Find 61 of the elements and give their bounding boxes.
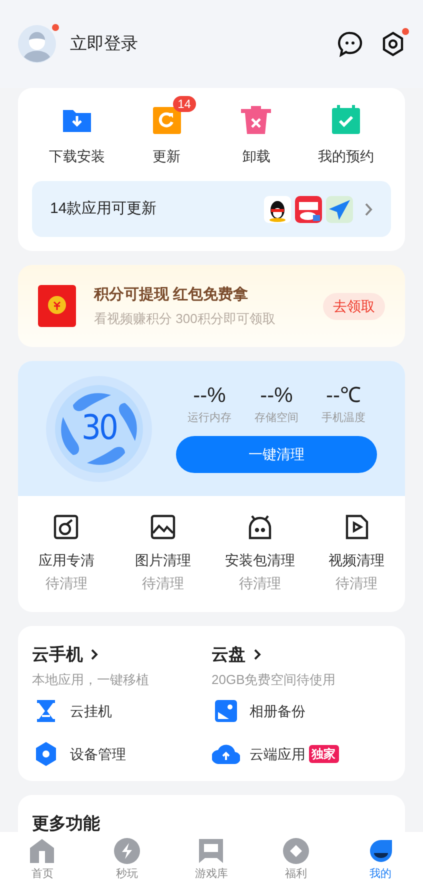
cloud-menu-item[interactable]: 相册备份: [212, 690, 391, 732]
quick-action-button[interactable]: 14 更新: [122, 94, 212, 167]
nav-tab[interactable]: 我的: [338, 832, 423, 888]
video-file-icon: [344, 514, 370, 540]
stat-label: 存储空间: [254, 410, 298, 426]
score-value: 30: [82, 407, 116, 450]
home-icon: [29, 838, 56, 864]
chat-icon[interactable]: [337, 31, 363, 57]
nav-tab[interactable]: 游戏库: [169, 832, 254, 888]
exclusive-tag: 独家: [308, 745, 338, 763]
chevron-right-icon: [254, 649, 260, 660]
profile-icon: [368, 838, 394, 864]
stat-label: 运行内存: [188, 410, 232, 426]
cloud-menu-item[interactable]: 云端应用 独家: [212, 733, 391, 775]
chevron-right-icon: [91, 649, 98, 660]
clean-button[interactable]: 一键清理: [176, 436, 377, 474]
trash-icon: [240, 104, 272, 136]
hexagon-icon: [35, 742, 57, 766]
quick-action-button[interactable]: 下载安装: [32, 94, 122, 167]
clean-category-button[interactable]: 安装包清理 待清理: [212, 514, 308, 594]
section-subtitle: 20GB免费空间待使用: [212, 670, 337, 688]
cleaner-score-dial[interactable]: 30: [46, 376, 152, 482]
cloud-menu-item[interactable]: 云挂机: [32, 690, 212, 732]
cloud-menu-item[interactable]: 设备管理: [32, 733, 212, 775]
settings-icon[interactable]: [381, 31, 405, 57]
lightning-icon: [114, 838, 140, 864]
app-cleaner-icon: [53, 514, 80, 540]
hourglass-icon: [36, 700, 56, 722]
envelope-icon: [38, 285, 76, 327]
photo-icon: [214, 700, 236, 722]
quick-action-button[interactable]: 我的预约: [301, 94, 391, 167]
calendar-check-icon: [330, 104, 362, 136]
app-icon: [295, 196, 322, 222]
chevron-right-icon: [365, 202, 373, 216]
clean-category-button[interactable]: 视频清理 待清理: [308, 514, 405, 594]
app-icon: [264, 196, 291, 222]
paper-plane-icon: [326, 196, 353, 222]
android-icon: [246, 514, 273, 540]
section-title: 更多功能: [32, 814, 100, 832]
section-link[interactable]: 云手机: [32, 642, 212, 668]
update-banner[interactable]: 14款应用可更新: [32, 181, 391, 237]
promo-title: 积分可提现 红包免费拿: [94, 285, 250, 305]
clean-category-button[interactable]: 图片清理 待清理: [114, 514, 212, 594]
quick-action-button[interactable]: 卸载: [212, 94, 302, 167]
count-badge: 14: [172, 96, 196, 112]
nav-tab[interactable]: 首页: [0, 832, 85, 888]
game-icon: [198, 838, 224, 864]
section-subtitle: 本地应用，一键移植: [32, 670, 150, 688]
nav-tab[interactable]: 福利: [254, 832, 338, 888]
nav-tab[interactable]: 秒玩: [84, 832, 170, 888]
stat-value: --℃: [326, 384, 361, 408]
promo-card[interactable]: 积分可提现 红包免费拿 看视频赚积分 300积分即可领取 去领取: [18, 265, 405, 347]
cloud-upload-icon: [212, 744, 240, 764]
image-icon: [150, 514, 176, 540]
login-link[interactable]: 立即登录: [70, 31, 138, 57]
promo-subtitle: 看视频赚积分 300积分即可领取: [94, 310, 276, 328]
stat-value: --%: [260, 384, 293, 408]
stat-value: --%: [193, 384, 226, 408]
section-link[interactable]: 云盘: [212, 642, 391, 668]
stat-label: 手机温度: [322, 410, 366, 426]
clean-category-button[interactable]: 应用专清 待清理: [18, 514, 115, 594]
